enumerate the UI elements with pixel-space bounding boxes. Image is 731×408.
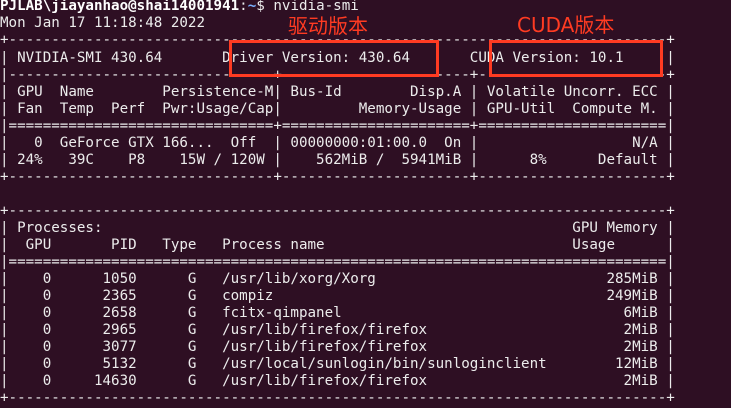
output-line: | 24% 39C P8 15W / 120W | 562MiB / 5941M… <box>0 152 675 168</box>
output-line: | 0 2365 G compiz 249MiB | <box>0 288 675 304</box>
output-line: |=======================================… <box>0 254 675 270</box>
prompt-separator: : <box>239 0 248 14</box>
output-line: | 0 14630 G /usr/lib/firefox/firefox 2Mi… <box>0 373 675 389</box>
output-line: +---------------------------------------… <box>0 390 675 406</box>
prompt-user-host: PJLAB\jiayanhao@shai14001941 <box>0 0 240 14</box>
prompt-dollar: $ <box>256 0 274 14</box>
output-line: | 0 3077 G /usr/lib/firefox/firefox 2MiB… <box>0 339 675 355</box>
datetime-line: Mon Jan 17 11:18:48 2022 <box>0 15 205 31</box>
output-line: | Fan Temp Perf Pwr:Usage/Cap| Memory-Us… <box>0 101 675 117</box>
output-line: | 0 GeForce GTX 166... Off | 00000000:01… <box>0 135 675 151</box>
output-line: | 0 2965 G /usr/lib/firefox/firefox 2MiB… <box>0 322 675 338</box>
output-line: | Processes: GPU Memory | <box>0 220 675 236</box>
output-line: | 0 5132 G /usr/local/sunlogin/bin/sunlo… <box>0 356 675 372</box>
driver-version-annotation: 驱动版本 <box>288 14 368 38</box>
prompt-path: ~ <box>247 0 257 14</box>
output-line: | 0 2658 G fcitx-qimpanel 6MiB | <box>0 305 675 321</box>
output-line: |===============================+=======… <box>0 118 675 134</box>
output-line: | GPU Name Persistence-M| Bus-Id Disp.A … <box>0 84 675 100</box>
cuda-version-highlight-box <box>489 40 663 77</box>
output-line: | GPU PID Type Process name Usage | <box>0 237 675 253</box>
output-line: +---------------------------------------… <box>0 203 675 219</box>
driver-version-highlight-box <box>229 40 439 77</box>
output-line: | 0 1050 G /usr/lib/xorg/Xorg 285MiB | <box>0 271 675 287</box>
output-line: +-------------------------------+-------… <box>0 169 675 185</box>
cuda-version-annotation: CUDA版本 <box>517 13 615 37</box>
